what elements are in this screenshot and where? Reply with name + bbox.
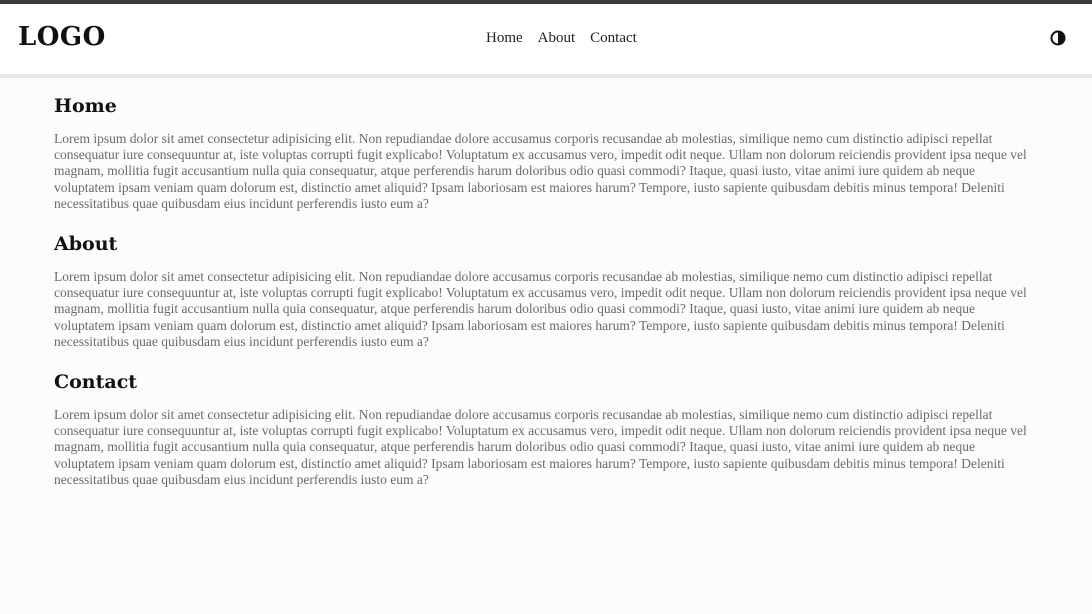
main-nav: Home About Contact: [486, 30, 637, 47]
section-body: Lorem ipsum dolor sit amet consectetur a…: [54, 269, 1027, 349]
section-body: Lorem ipsum dolor sit amet consectetur a…: [54, 131, 1027, 211]
half-circle-contrast-icon: [1050, 30, 1066, 46]
nav-link-contact[interactable]: Contact: [590, 30, 637, 47]
logo[interactable]: LOGO: [18, 22, 106, 52]
section-title: Home: [54, 95, 117, 117]
site-header: LOGO Home About Contact: [0, 4, 1092, 78]
nav-link-about[interactable]: About: [538, 30, 576, 47]
section-body: Lorem ipsum dolor sit amet consectetur a…: [54, 407, 1027, 487]
section-contact: Contact Lorem ipsum dolor sit amet conse…: [54, 370, 1039, 488]
section-home: Home Lorem ipsum dolor sit amet consecte…: [54, 94, 1039, 212]
nav-link-home[interactable]: Home: [486, 30, 523, 47]
theme-toggle-button[interactable]: [1050, 30, 1066, 46]
section-title: Contact: [54, 371, 138, 394]
main-content: Home Lorem ipsum dolor sit amet consecte…: [54, 94, 1039, 508]
section-title: About: [54, 233, 118, 256]
section-about: About Lorem ipsum dolor sit amet consect…: [54, 232, 1039, 350]
